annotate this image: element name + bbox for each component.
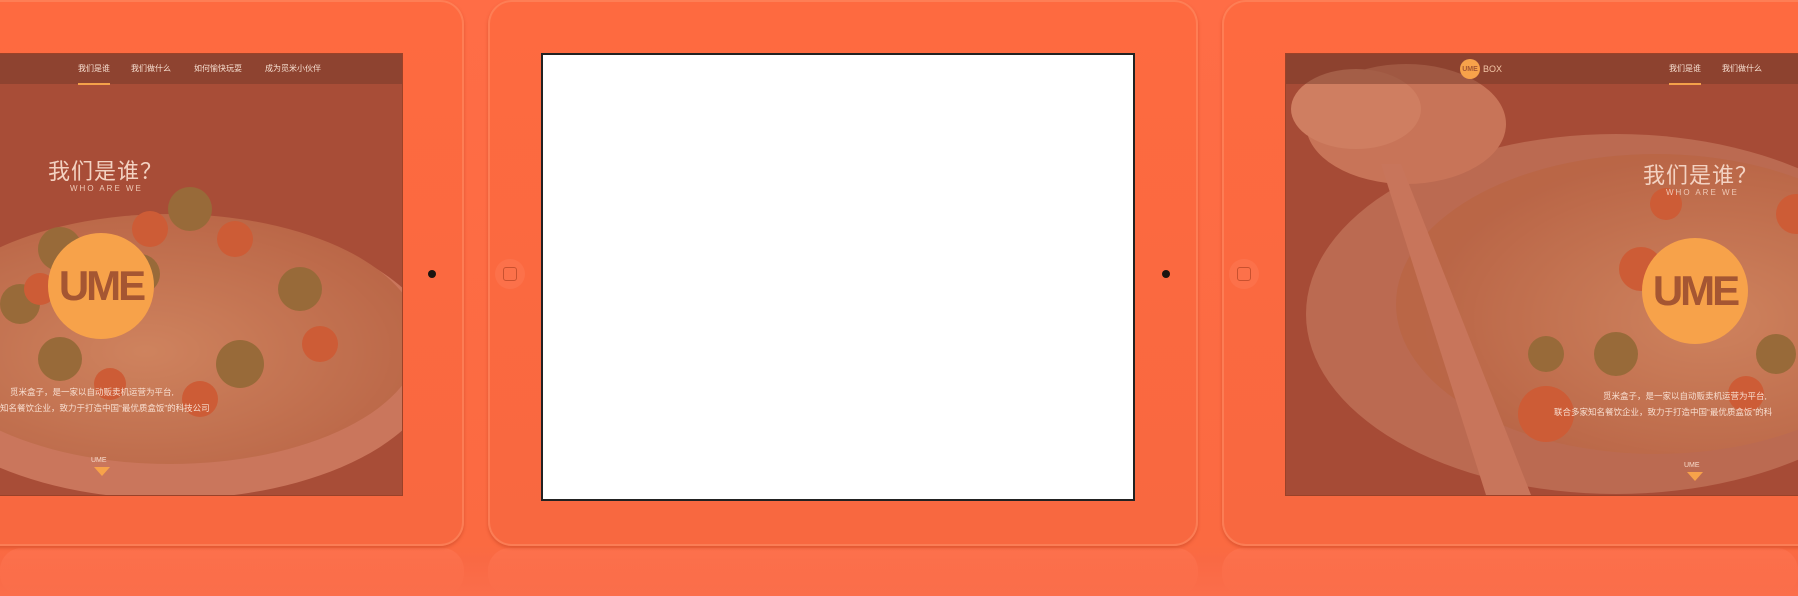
- left-tablet-reflection: [0, 548, 464, 596]
- nav-who-are-we[interactable]: 我们是谁: [78, 63, 110, 85]
- intro-line-1: 觅米盒子，是一家以自动贩卖机运营为平台,: [1603, 391, 1767, 401]
- right-tablet: UME BOX 我们是谁 我们做什么 我们是谁？ WHO ARE WE UME …: [1222, 0, 1798, 546]
- mockup-stage: 我们是谁 我们做什么 如何愉快玩耍 成为觅米小伙伴 我们是谁？ WHO ARE …: [0, 0, 1798, 596]
- page-heading: 我们是谁？: [48, 159, 164, 184]
- left-tablet: 我们是谁 我们做什么 如何愉快玩耍 成为觅米小伙伴 我们是谁？ WHO ARE …: [0, 0, 464, 546]
- nav-become-partner[interactable]: 成为觅米小伙伴: [265, 63, 321, 74]
- center-tablet-camera: [1162, 270, 1170, 278]
- center-tablet: [488, 0, 1198, 546]
- left-tablet-screen: 我们是谁 我们做什么 如何愉快玩耍 成为觅米小伙伴 我们是谁？ WHO ARE …: [0, 53, 403, 496]
- scroll-down-arrow-icon[interactable]: [1687, 472, 1703, 481]
- scroll-label: UME: [91, 457, 107, 464]
- page-heading: 我们是谁？: [1643, 163, 1759, 188]
- left-nav-bar: 我们是谁 我们做什么 如何愉快玩耍 成为觅米小伙伴: [0, 54, 402, 85]
- home-button-icon[interactable]: [1237, 267, 1251, 281]
- center-tablet-screen: [541, 53, 1135, 501]
- nav-what-we-do[interactable]: 我们做什么: [1722, 63, 1762, 74]
- right-nav-bar: UME BOX 我们是谁 我们做什么: [1286, 54, 1798, 85]
- page-subheading: WHO ARE WE: [70, 184, 143, 193]
- nav-what-we-do[interactable]: 我们做什么: [131, 63, 171, 74]
- left-tablet-camera: [428, 270, 436, 278]
- brand-logo[interactable]: UME BOX: [1460, 59, 1502, 79]
- nav-who-are-we[interactable]: 我们是谁: [1669, 63, 1701, 85]
- ume-logo: UME: [48, 233, 154, 339]
- intro-line-1: 觅米盒子，是一家以自动贩卖机运营为平台,: [10, 387, 174, 397]
- home-button-icon[interactable]: [503, 267, 517, 281]
- nav-how-to-play[interactable]: 如何愉快玩耍: [194, 63, 242, 74]
- intro-line-2: 联合多家知名餐饮企业，致力于打造中国“最优质盒饭”的科: [1554, 407, 1773, 417]
- page-subheading: WHO ARE WE: [1666, 188, 1739, 197]
- intro-line-2: 知名餐饮企业，致力于打造中国“最优质盒饭”的科技公司: [0, 403, 210, 413]
- ume-logo: UME: [1642, 238, 1748, 344]
- brand-suffix: BOX: [1483, 64, 1503, 74]
- scroll-down-arrow-icon[interactable]: [94, 467, 110, 476]
- right-tablet-reflection: [1222, 548, 1798, 596]
- right-tablet-screen: UME BOX 我们是谁 我们做什么 我们是谁？ WHO ARE WE UME …: [1285, 53, 1798, 496]
- scroll-label: UME: [1684, 462, 1700, 469]
- brand-mark: UME: [1460, 59, 1480, 79]
- center-tablet-reflection: [488, 548, 1198, 596]
